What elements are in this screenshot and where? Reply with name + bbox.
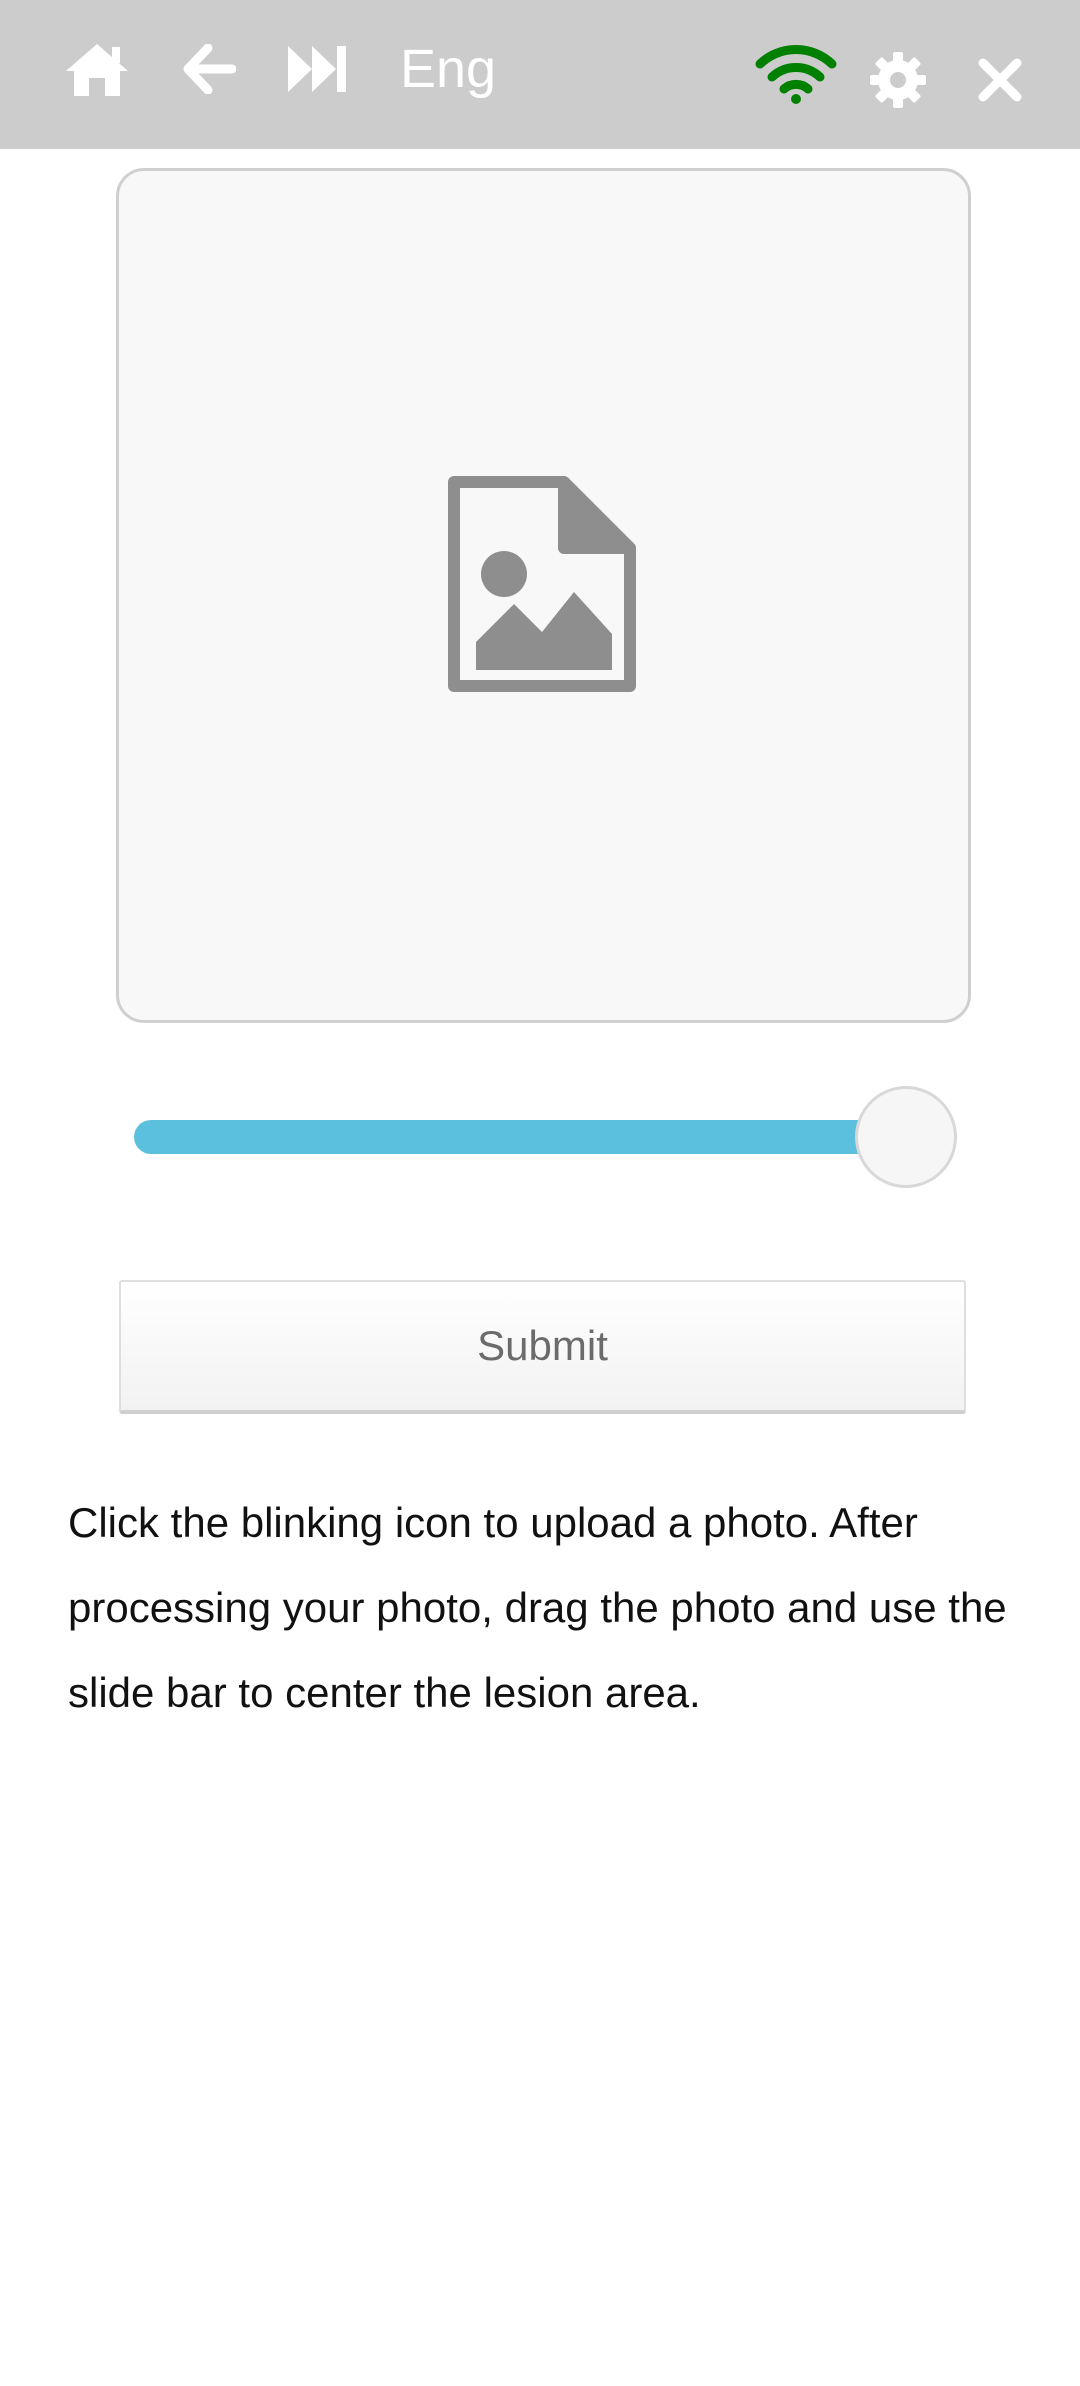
fast-forward-icon[interactable] [288, 46, 348, 92]
submit-button[interactable]: Submit [119, 1280, 966, 1414]
top-toolbar: Eng [0, 0, 1080, 149]
language-selector[interactable]: Eng [400, 36, 496, 102]
gear-icon[interactable] [870, 52, 926, 108]
home-icon[interactable] [64, 42, 130, 96]
image-file-icon[interactable] [446, 474, 638, 694]
arrow-left-icon[interactable] [182, 44, 236, 94]
slider-track[interactable] [134, 1120, 904, 1154]
close-icon[interactable] [978, 58, 1022, 102]
wifi-icon [755, 45, 837, 104]
instructions-text: Click the blinking icon to upload a phot… [68, 1499, 1007, 1716]
slider-thumb[interactable] [855, 1086, 957, 1188]
